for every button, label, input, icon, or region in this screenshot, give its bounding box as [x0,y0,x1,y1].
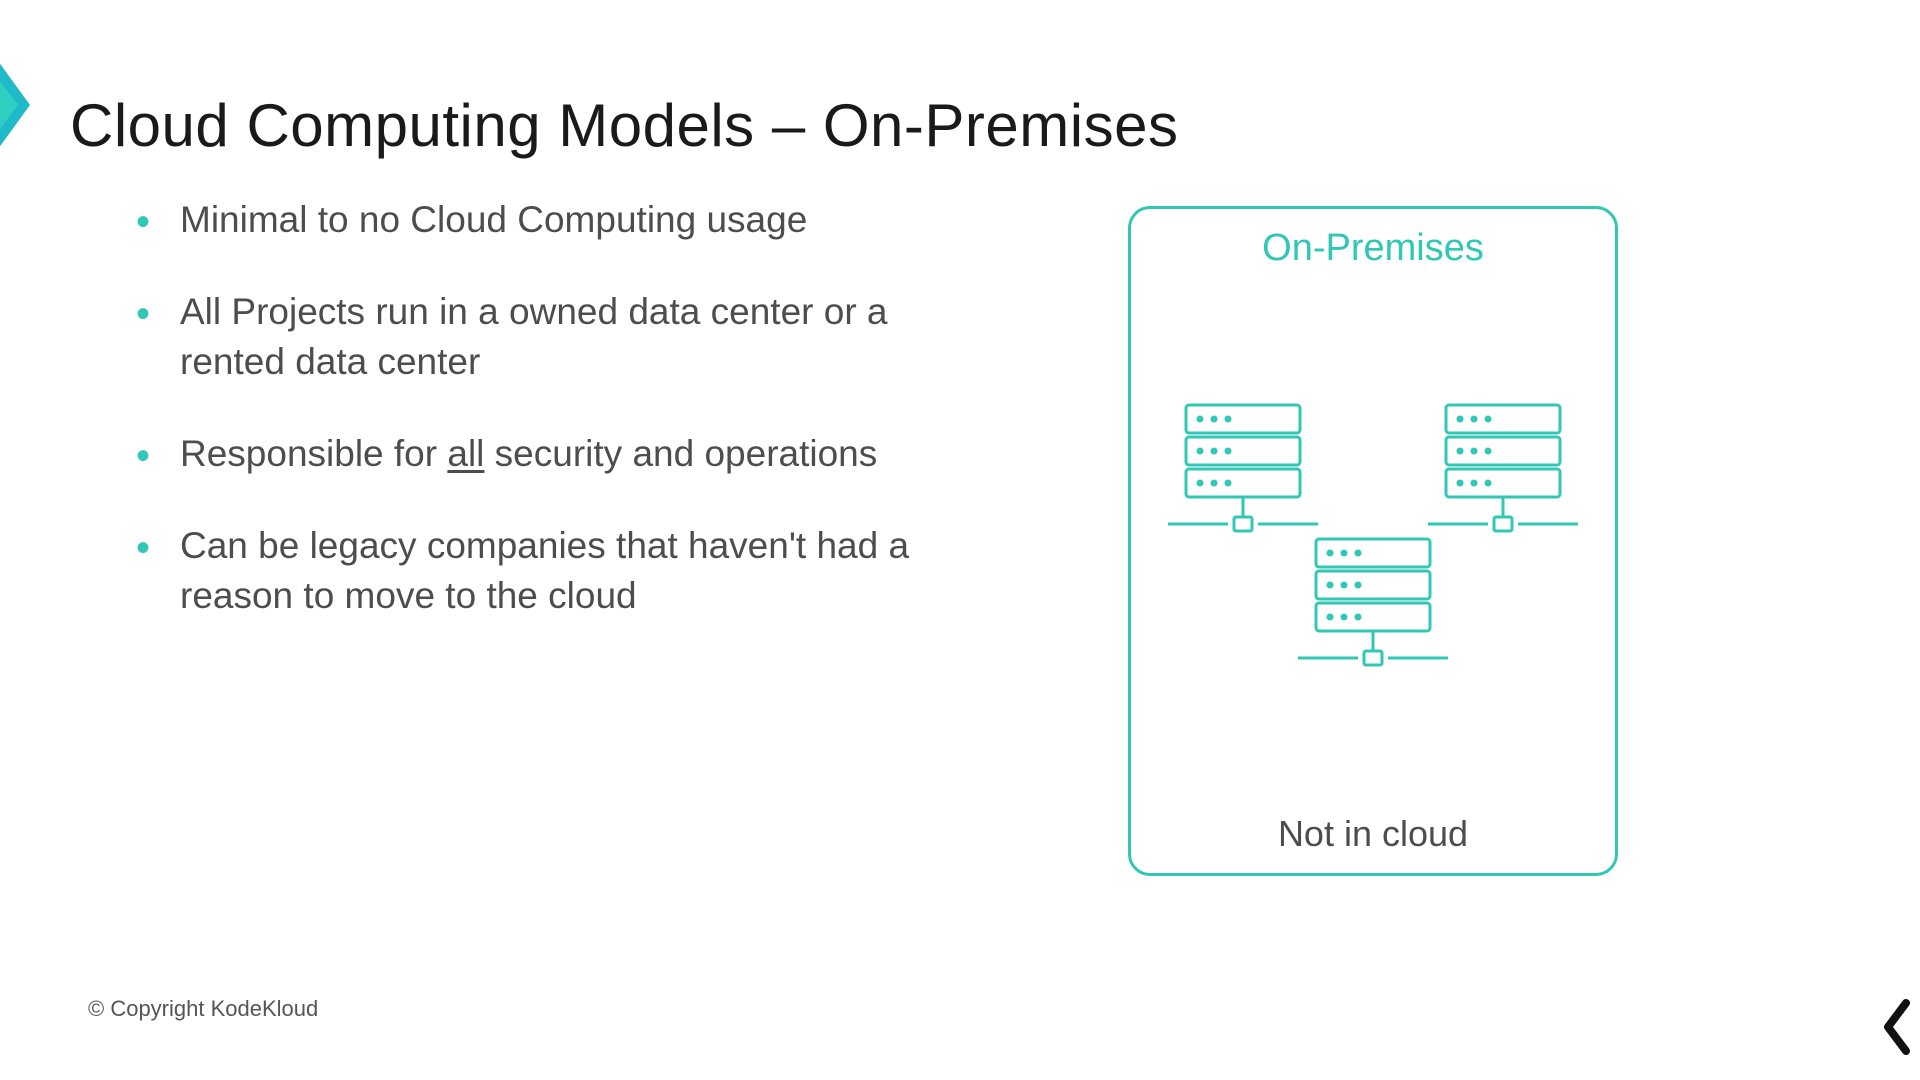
bullet-list: Minimal to no Cloud Computing usage All … [130,195,950,663]
bullet-text: security and operations [484,433,877,474]
page-title: Cloud Computing Models – On-Premises [70,91,1178,160]
bullet-item: Minimal to no Cloud Computing usage [130,195,950,245]
diagram-title: On-Premises [1131,227,1615,270]
server-rack-icon [1168,399,1318,539]
bullet-text: All Projects run in a owned data center … [180,291,888,382]
bullet-item: Can be legacy companies that haven't had… [130,521,950,621]
bullet-text: Can be legacy companies that haven't had… [180,525,909,616]
slide-root: Cloud Computing Models – On-Premises Min… [0,0,1920,1080]
server-rack-icon [1298,533,1448,673]
bullet-text: Minimal to no Cloud Computing usage [180,199,807,240]
bullet-item: All Projects run in a owned data center … [130,287,950,387]
on-premises-diagram: On-Premises [1128,206,1618,876]
bullet-text: Responsible for [180,433,447,474]
server-rack-icon [1428,399,1578,539]
diagram-caption: Not in cloud [1131,813,1615,855]
bullet-text-underlined: all [447,433,484,474]
chevron-left-icon[interactable] [1880,997,1914,1062]
server-cluster [1131,399,1615,673]
title-bar: Cloud Computing Models – On-Premises [0,70,1178,180]
copyright-text: © Copyright KodeKloud [88,996,318,1022]
bullet-item: Responsible for all security and operati… [130,429,950,479]
